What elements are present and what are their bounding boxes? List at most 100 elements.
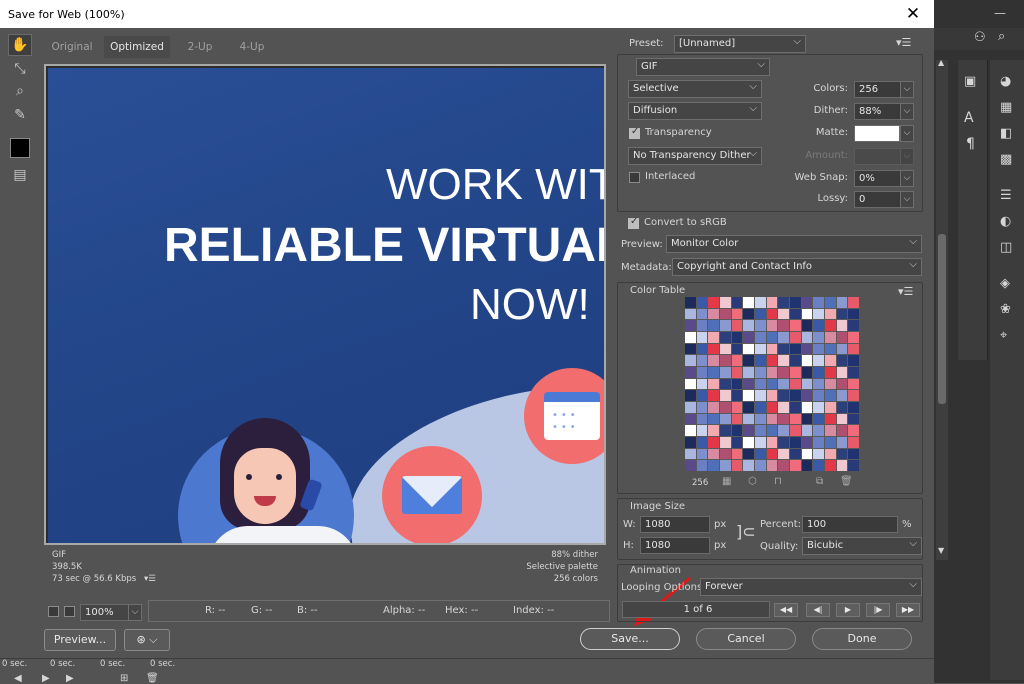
colors-dropdown[interactable]: ⌵ [900, 81, 914, 98]
color-swatch[interactable] [766, 308, 778, 320]
color-swatch[interactable] [731, 460, 743, 471]
color-swatch[interactable] [801, 425, 813, 436]
color-swatch[interactable] [708, 320, 719, 331]
color-swatch[interactable] [778, 448, 789, 460]
color-swatch[interactable] [848, 425, 859, 436]
color-swatch[interactable] [696, 425, 708, 436]
color-swatch[interactable] [731, 320, 743, 331]
color-swatch[interactable] [836, 343, 848, 355]
color-swatch[interactable] [755, 308, 766, 320]
color-swatch[interactable] [685, 413, 696, 425]
matte-dropdown[interactable]: ⌵ [900, 125, 914, 142]
transparency-dither-select[interactable]: No Transparency Dither [628, 147, 762, 165]
color-swatch[interactable] [836, 332, 848, 343]
convert-srgb-checkbox[interactable] [628, 216, 639, 229]
preset-select[interactable]: [Unnamed] [674, 35, 806, 53]
color-swatch[interactable] [685, 343, 696, 355]
color-swatch[interactable] [755, 320, 766, 331]
color-swatch[interactable] [825, 332, 836, 343]
color-swatch[interactable] [708, 413, 719, 425]
color-swatch[interactable] [755, 425, 766, 436]
color-swatch[interactable] [766, 437, 778, 448]
color-swatch[interactable] [825, 367, 836, 378]
color-swatch[interactable] [743, 332, 754, 343]
preview-color-select[interactable]: Monitor Color [666, 235, 922, 253]
color-swatch[interactable] [755, 355, 766, 366]
layers-icon[interactable]: ◈ [1000, 276, 1010, 291]
color-swatch[interactable] [825, 460, 836, 471]
color-swatch[interactable] [755, 413, 766, 425]
timeline-new-frame-icon[interactable]: ⊞ [120, 673, 128, 684]
color-swatch[interactable] [836, 390, 848, 401]
color-swatch[interactable] [848, 320, 859, 331]
timeline-first-frame-icon[interactable]: ◀ [14, 673, 22, 684]
paragraph-icon[interactable]: ¶ [966, 136, 975, 152]
color-swatch[interactable] [708, 297, 719, 308]
browser-preview-button[interactable]: ⊛ ⌵ [124, 629, 170, 651]
color-swatch[interactable] [778, 367, 789, 378]
color-swatch[interactable] [790, 390, 801, 401]
color-swatch[interactable] [848, 402, 859, 413]
color-swatch[interactable] [848, 332, 859, 343]
color-swatch[interactable] [720, 378, 731, 390]
minimize-icon[interactable]: — [994, 6, 1006, 20]
color-swatch[interactable] [708, 448, 719, 460]
tab-2-up[interactable]: 2-Up [176, 36, 224, 58]
color-swatch[interactable] [685, 332, 696, 343]
color-swatch[interactable] [696, 320, 708, 331]
color-swatch[interactable] [848, 367, 859, 378]
color-swatch[interactable] [685, 437, 696, 448]
frame-delay-2[interactable]: 0 sec. [50, 659, 75, 669]
channels-icon[interactable]: ❀ [1000, 302, 1011, 317]
color-swatch[interactable] [790, 343, 801, 355]
color-swatch[interactable] [801, 402, 813, 413]
color-swatch[interactable] [825, 448, 836, 460]
color-swatch[interactable] [708, 390, 719, 401]
color-swatch[interactable] [848, 308, 859, 320]
web-shift-icon[interactable]: ⬡ [748, 476, 757, 487]
color-swatch[interactable] [731, 402, 743, 413]
close-button[interactable]: ✕ [892, 0, 934, 28]
color-swatch[interactable] [825, 355, 836, 366]
color-swatch[interactable] [708, 343, 719, 355]
frame-delay-4[interactable]: 0 sec. [150, 659, 175, 669]
quality-select[interactable]: Bicubic [802, 537, 922, 555]
color-swatch[interactable] [755, 297, 766, 308]
color-swatch[interactable] [848, 460, 859, 471]
color-swatch[interactable] [825, 320, 836, 331]
color-swatch[interactable] [836, 378, 848, 390]
color-swatch[interactable] [825, 308, 836, 320]
color-swatch[interactable] [696, 378, 708, 390]
map-transparent-icon[interactable]: ▦ [722, 476, 731, 487]
color-swatch[interactable] [836, 460, 848, 471]
color-swatch[interactable] [743, 297, 754, 308]
looping-select[interactable]: Forever [700, 578, 922, 596]
color-swatch[interactable] [731, 425, 743, 436]
color-swatch[interactable] [801, 437, 813, 448]
color-swatch[interactable] [755, 402, 766, 413]
color-swatch[interactable] [743, 308, 754, 320]
color-swatch[interactable] [778, 425, 789, 436]
color-swatch[interactable] [743, 378, 754, 390]
color-swatch[interactable] [720, 437, 731, 448]
web-snap-field[interactable]: 0% [854, 170, 902, 187]
color-swatch[interactable] [848, 448, 859, 460]
color-swatch[interactable] [696, 437, 708, 448]
color-swatch[interactable] [708, 355, 719, 366]
color-swatch[interactable] [685, 448, 696, 460]
color-swatch[interactable] [766, 413, 778, 425]
color-swatch[interactable] [836, 425, 848, 436]
color-swatch[interactable] [778, 355, 789, 366]
color-swatch[interactable] [708, 460, 719, 471]
color-swatch[interactable] [813, 448, 824, 460]
color-swatch[interactable] [708, 425, 719, 436]
color-swatch[interactable] [778, 378, 789, 390]
color-swatch[interactable] [685, 355, 696, 366]
color-swatch[interactable] [766, 343, 778, 355]
slice-select-tool-icon[interactable]: ⤡ [8, 58, 32, 80]
color-swatch[interactable] [696, 297, 708, 308]
color-swatch[interactable] [790, 437, 801, 448]
panel-scrollbar[interactable]: ▲ ▼ [936, 58, 948, 560]
color-swatch[interactable] [836, 402, 848, 413]
color-swatch[interactable] [801, 343, 813, 355]
